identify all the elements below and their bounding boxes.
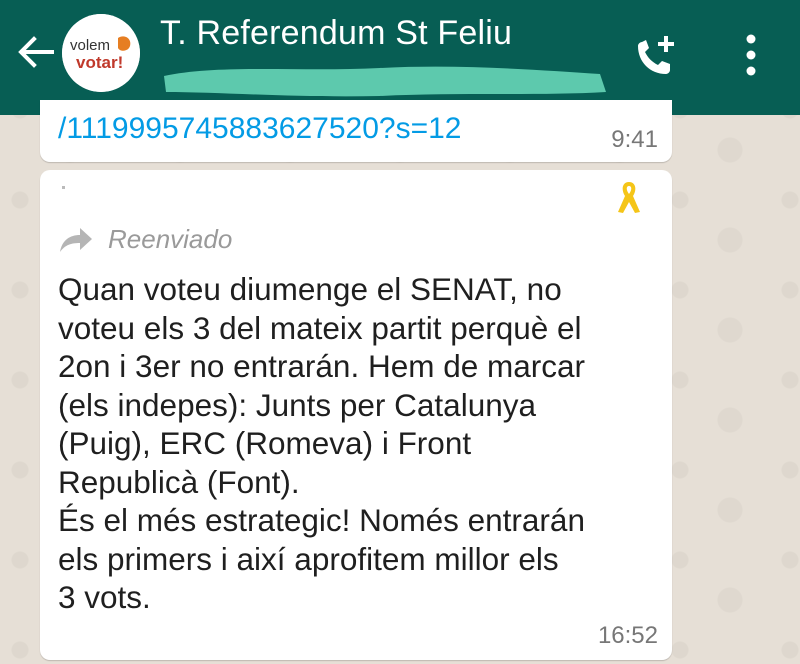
redacted-participants	[160, 62, 608, 100]
svg-text:volem: volem	[70, 37, 110, 54]
add-call-button[interactable]	[630, 30, 682, 82]
chat-header: volem votar! T. Referendum St Feliu	[0, 0, 800, 115]
message-time: 9:41	[611, 126, 658, 153]
message-text: Quan voteu diumenge el SENAT, no voteu e…	[58, 271, 586, 615]
more-vertical-icon	[746, 34, 756, 76]
more-options-button[interactable]	[740, 32, 762, 78]
arrow-left-icon	[18, 36, 54, 68]
bubble-dot	[62, 186, 65, 189]
message-bubble[interactable]: Reenviado Quan voteu diumenge el SENAT, …	[40, 170, 672, 660]
forwarded-label: Reenviado	[108, 224, 233, 254]
group-avatar[interactable]: volem votar!	[62, 14, 140, 92]
back-button[interactable]	[14, 30, 58, 74]
group-title[interactable]: T. Referendum St Feliu	[160, 14, 512, 53]
message-link[interactable]: /1119995745883627520?s=12	[58, 112, 461, 146]
svg-text:votar!: votar!	[76, 53, 123, 72]
message-bubble[interactable]: /1119995745883627520?s=12 9:41	[40, 100, 672, 162]
forward-arrow-icon	[60, 228, 92, 252]
volem-votar-logo: volem votar!	[62, 14, 140, 92]
yellow-ribbon-icon	[614, 178, 644, 216]
add-call-icon	[638, 36, 674, 74]
message-time: 16:52	[597, 622, 658, 649]
